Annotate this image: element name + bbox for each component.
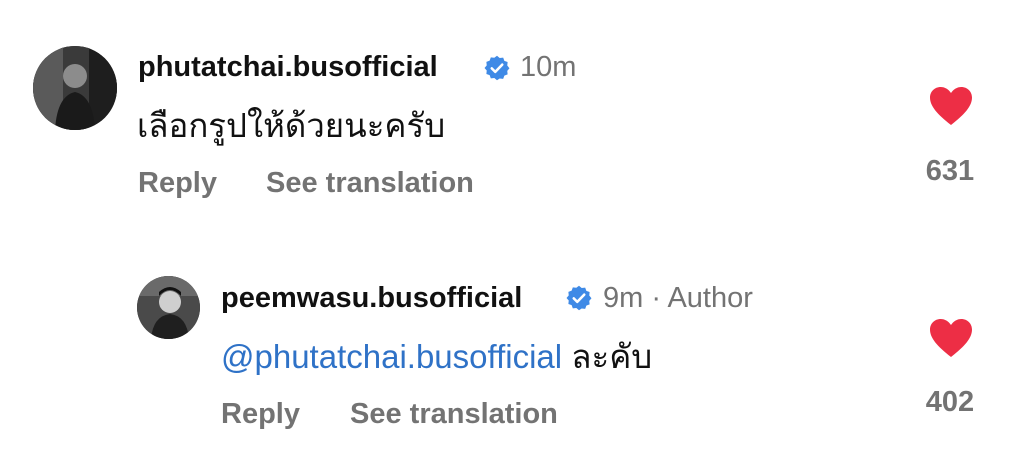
heart-icon[interactable]	[929, 86, 973, 126]
comment-text: เลือกรูปให้ด้วยนะครับ	[137, 107, 446, 144]
comment-timestamp: 10m	[520, 51, 577, 83]
avatar-photo	[33, 46, 117, 130]
mention-link[interactable]: @phutatchai.busofficial	[221, 338, 562, 375]
reply-button[interactable]: Reply	[138, 166, 217, 200]
like-count[interactable]: 402	[910, 385, 990, 419]
avatar[interactable]	[33, 46, 117, 130]
comment-text: @phutatchai.busofficial ละคับ	[221, 335, 652, 379]
heart-icon[interactable]	[929, 318, 973, 358]
like-count[interactable]: 631	[910, 154, 990, 188]
comment-username[interactable]: peemwasu.busofficial	[221, 281, 522, 315]
avatar[interactable]	[137, 276, 200, 339]
verified-badge-icon	[565, 284, 593, 312]
comment-username[interactable]: phutatchai.busofficial	[138, 50, 438, 84]
reply-button[interactable]: Reply	[221, 397, 300, 431]
avatar-photo	[137, 276, 200, 339]
see-translation-button[interactable]: See translation	[266, 166, 474, 200]
comment-body: ละคับ	[562, 338, 653, 375]
verified-badge-icon	[483, 54, 511, 82]
see-translation-button[interactable]: See translation	[350, 397, 558, 431]
comment-meta: 9m · Author	[603, 282, 753, 314]
